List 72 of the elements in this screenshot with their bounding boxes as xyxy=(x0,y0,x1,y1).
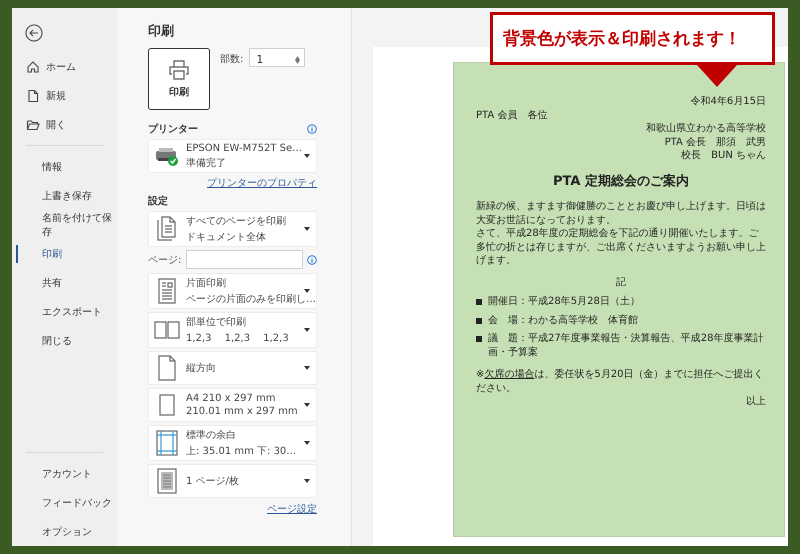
sidebar-item[interactable]: フィードバック xyxy=(12,488,117,517)
body-paragraph: 新緑の候、ますます御健勝のこととお慶び申し上げます。日頃は大変お世話になっております。 xyxy=(476,200,766,228)
bullet-icon xyxy=(476,299,482,306)
list-item-text: 開催日：平成28年5月28日（土） xyxy=(488,295,640,309)
date-text: 令和4年6月15日 xyxy=(690,95,766,108)
sidebar-item[interactable]: 閉じる xyxy=(12,326,117,355)
bullet-icon xyxy=(476,318,482,324)
printer-properties-link[interactable]: プリンターのプロパティ xyxy=(207,178,317,189)
settings-dropdown[interactable]: 標準の余白 上: 35.01 mm 下: 30… xyxy=(148,425,317,461)
folder-icon xyxy=(26,118,40,132)
settings-dropdown[interactable]: A4 210 x 297 mm 210.01 mm x 297 mm xyxy=(148,388,317,422)
pages-field[interactable] xyxy=(186,250,303,269)
dropdown-caret-icon xyxy=(304,441,310,445)
page-setup-link[interactable]: ページ設定 xyxy=(267,504,317,515)
page-per-sheet-icon xyxy=(157,468,177,494)
copies-spinner[interactable]: 1 xyxy=(249,48,306,67)
panel-title: 印刷 xyxy=(148,23,175,40)
sidebar-item[interactable]: オプション xyxy=(12,517,117,546)
copies-label: 部数: xyxy=(220,52,244,66)
sidebar-item[interactable]: ホーム xyxy=(12,52,117,81)
document-icon xyxy=(26,88,40,102)
list-item-text: 議 題：平成27年度事業報告・決算報告、平成28年度事業計画・予算案 xyxy=(488,332,764,360)
margins-icon xyxy=(156,430,178,456)
dropdown-caret-icon xyxy=(304,227,310,231)
callout-pointer xyxy=(697,65,737,87)
sidebar-item[interactable]: 新規 xyxy=(12,81,117,110)
sidebar-item[interactable]: エクスポート xyxy=(12,297,117,326)
dropdown-caret-icon xyxy=(304,289,310,293)
sidebar-item[interactable]: 情報 xyxy=(12,152,117,181)
printer-ready-icon xyxy=(154,145,180,167)
sender-text: 校長 BUN ちゃん xyxy=(680,149,766,162)
sidebar-item[interactable]: アカウント xyxy=(12,459,117,488)
callout-box: 背景色が表示＆印刷されます！ xyxy=(490,12,775,65)
pages-icon xyxy=(156,216,178,242)
page-lines-icon xyxy=(157,278,177,304)
printer-dropdown[interactable]: EPSON EW-M752T Se… 準備完了 xyxy=(148,139,317,173)
settings-dropdown[interactable]: 部単位で印刷 1,2,3 1,2,3 1,2,3 xyxy=(148,312,317,348)
paper-size-icon xyxy=(159,394,175,416)
pages-label: ページ: xyxy=(148,254,182,266)
info-icon[interactable] xyxy=(307,254,317,264)
document-title: PTA 定期総会のご案内 xyxy=(552,172,690,190)
printer-icon xyxy=(168,59,190,81)
dropdown-caret-icon xyxy=(304,479,310,483)
recipient-text: PTA 会員 各位 xyxy=(476,108,548,122)
sidebar-item[interactable]: 印刷 xyxy=(12,239,117,268)
bullet-icon xyxy=(476,336,482,342)
two-pages-icon xyxy=(154,320,180,340)
list-item-text: 会 場：わかる高等学校 体育館 xyxy=(488,314,638,328)
sidebar-item[interactable]: 開く xyxy=(12,110,117,139)
info-icon[interactable] xyxy=(307,124,317,134)
sender-text: 和歌山県立わかる高等学校 xyxy=(645,122,766,136)
dropdown-caret-icon xyxy=(304,366,310,370)
dropdown-caret-icon xyxy=(304,403,310,407)
section-heading: 設定 xyxy=(148,194,168,208)
settings-dropdown[interactable]: 片面印刷 ページの片面のみを印刷し… xyxy=(148,273,317,309)
sidebar-item[interactable]: 名前を付けて保存 xyxy=(12,210,117,239)
section-heading: プリンター xyxy=(148,122,198,136)
settings-dropdown[interactable]: 縦方向 xyxy=(148,351,317,385)
home-icon xyxy=(26,60,40,74)
portrait-page-icon xyxy=(157,355,177,381)
sidebar-item[interactable]: 上書き保存 xyxy=(12,181,117,210)
dropdown-caret-icon xyxy=(304,328,310,332)
body-paragraph: さて、平成28年度の定期総会を下記の通り開催いたします。ご多忙の折とは存じますが、ご出席くださいますようお願い申し上げます。 xyxy=(476,227,766,268)
sidebar-item[interactable]: 共有 xyxy=(12,268,117,297)
closing-text: 以上 xyxy=(745,395,766,409)
settings-dropdown[interactable]: すべてのページを印刷 ドキュメント全体 xyxy=(148,211,317,247)
dropdown-caret-icon xyxy=(304,154,310,158)
ki-text: 記 xyxy=(615,276,627,290)
note-text: ※欠席の場合は、委任状を5月20日（金）までに担任へご提出ください。 xyxy=(476,368,764,396)
settings-dropdown[interactable]: 1 ページ/枚 xyxy=(148,464,317,498)
print-button[interactable]: 印刷 xyxy=(148,48,210,110)
sender-text: PTA 会長 那須 武男 xyxy=(664,136,766,149)
